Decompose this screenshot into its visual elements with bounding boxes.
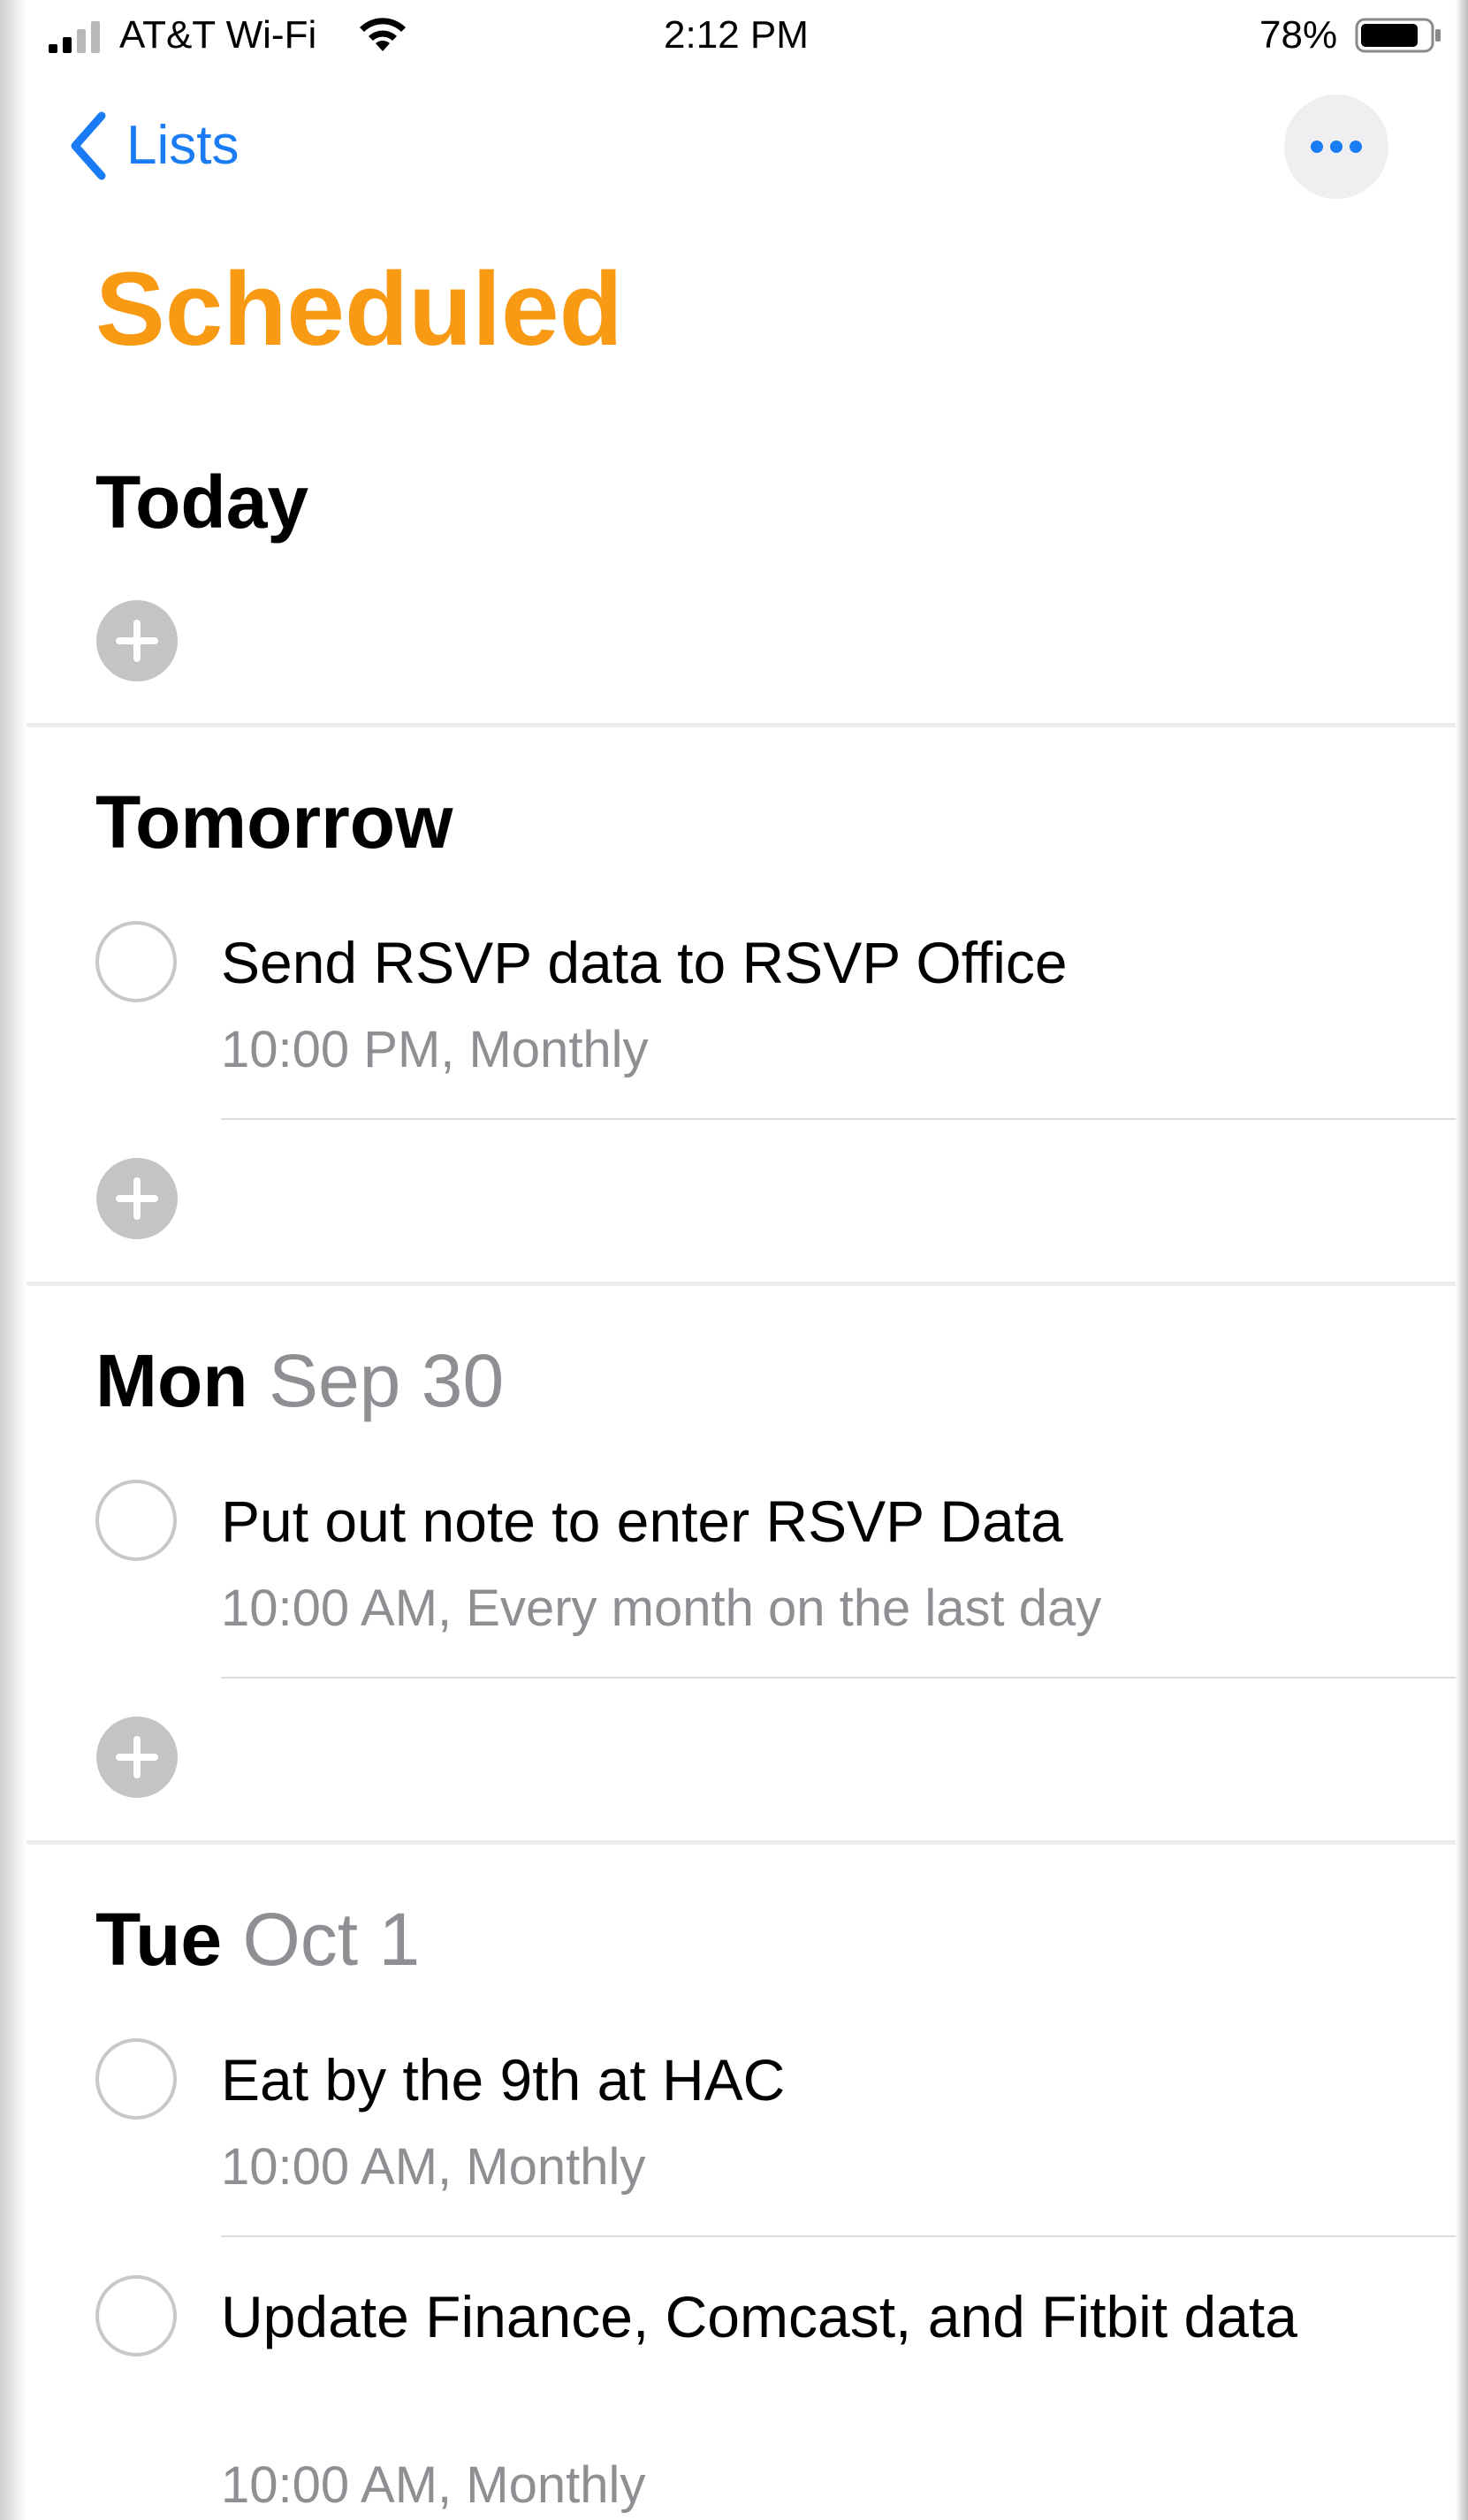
ellipsis-icon bbox=[1311, 141, 1362, 153]
plus-circle-icon[interactable] bbox=[95, 1156, 179, 1241]
task-meta: 10:00 AM, Every month on the last day bbox=[221, 1580, 1102, 1637]
battery-percent: 78% bbox=[1259, 13, 1338, 57]
task-title[interactable]: Send RSVP data to RSVP Office bbox=[221, 921, 1352, 1004]
section-heading-tomorrow: Tomorrow bbox=[95, 778, 453, 866]
row-separator bbox=[221, 1677, 1456, 1679]
reminders-screen: AT&T Wi-Fi 2:12 PM 78% Lists Scheduled T… bbox=[0, 0, 1468, 2520]
back-button[interactable]: Lists bbox=[66, 106, 239, 186]
task-meta: 10:00 PM, Monthly bbox=[221, 1021, 649, 1078]
task-checkbox[interactable] bbox=[95, 1480, 177, 1561]
task-checkbox[interactable] bbox=[95, 2275, 177, 2356]
row-separator bbox=[221, 2235, 1456, 2237]
plus-circle-icon[interactable] bbox=[95, 598, 179, 683]
plus-circle-icon[interactable] bbox=[95, 1715, 179, 1800]
chevron-left-icon bbox=[71, 111, 106, 180]
task-title[interactable]: Eat by the 9th at HAC bbox=[221, 2038, 1352, 2121]
right-edge-shadow bbox=[1456, 0, 1468, 2520]
section-label: Mon bbox=[95, 1339, 248, 1422]
section-date: Oct 1 bbox=[242, 1898, 421, 1981]
status-bar: AT&T Wi-Fi 2:12 PM 78% bbox=[0, 0, 1468, 71]
status-time: 2:12 PM bbox=[664, 13, 809, 57]
cellular-signal-icon bbox=[49, 21, 100, 53]
carrier-label: AT&T Wi-Fi bbox=[119, 13, 317, 57]
task-title[interactable]: Put out note to enter RSVP Data bbox=[221, 1480, 1352, 1563]
section-label: Tue bbox=[95, 1898, 223, 1981]
page-title: Scheduled bbox=[95, 251, 623, 368]
task-meta: 10:00 AM, Monthly bbox=[221, 2138, 646, 2196]
task-checkbox[interactable] bbox=[95, 2038, 177, 2120]
section-divider bbox=[27, 723, 1456, 727]
battery-icon bbox=[1355, 18, 1441, 53]
row-separator bbox=[221, 1118, 1456, 1120]
section-date: Sep 30 bbox=[268, 1339, 505, 1422]
task-meta: 10:00 AM, Monthly bbox=[221, 2456, 646, 2514]
left-edge-shadow bbox=[0, 0, 27, 2520]
section-heading-tue: Tue Oct 1 bbox=[95, 1895, 420, 1983]
section-label: Tomorrow bbox=[95, 780, 453, 864]
section-label: Today bbox=[95, 461, 309, 544]
section-heading-mon: Mon Sep 30 bbox=[95, 1336, 504, 1425]
section-divider bbox=[27, 1840, 1456, 1845]
task-title[interactable]: Update Finance, Comcast, and Fitbit data bbox=[221, 2275, 1352, 2358]
section-divider bbox=[27, 1282, 1456, 1286]
more-options-button[interactable] bbox=[1284, 95, 1388, 199]
task-checkbox[interactable] bbox=[95, 921, 177, 1002]
section-heading-today: Today bbox=[95, 458, 308, 546]
wifi-icon bbox=[360, 18, 406, 51]
back-label: Lists bbox=[126, 115, 240, 176]
